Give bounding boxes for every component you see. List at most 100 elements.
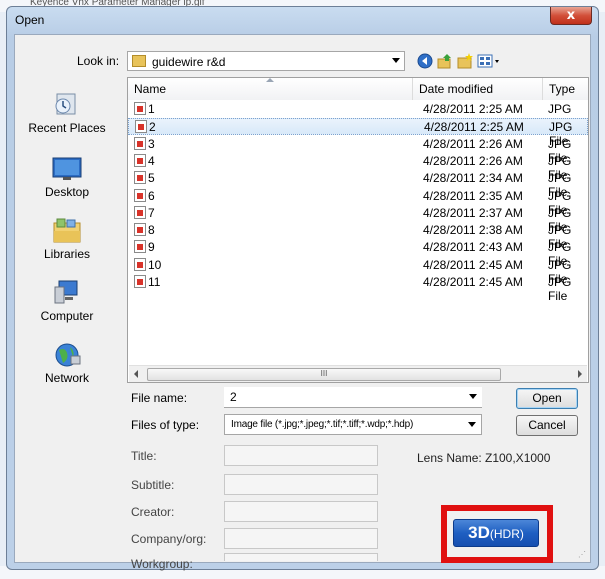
file-name-value: 2 <box>230 390 237 404</box>
creator-label: Creator: <box>131 505 175 519</box>
scroll-grip: III <box>320 369 328 378</box>
place-recent-places[interactable]: Recent Places <box>15 89 119 147</box>
place-computer[interactable]: Computer <box>15 277 119 335</box>
file-date-cell: 4/28/2011 2:26 AM <box>423 153 523 168</box>
company-label: Company/org: <box>131 532 207 546</box>
jpg-file-icon <box>134 205 146 219</box>
file-row[interactable]: 11 4/28/2011 2:45 AM JPG File <box>128 274 588 303</box>
file-list[interactable]: Name Date modified Type 1 4/28/2011 2:25 … <box>127 77 589 383</box>
back-icon[interactable] <box>417 53 433 69</box>
file-name-cell: 6 <box>148 188 155 203</box>
workgroup-label: Workgroup: <box>131 557 193 571</box>
file-row[interactable]: 2 4/28/2011 2:25 AM JPG File <box>128 118 588 148</box>
file-row[interactable]: 3 4/28/2011 2:26 AM JPG File <box>128 136 588 165</box>
cancel-button[interactable]: Cancel <box>516 415 578 436</box>
file-name-cell: 7 <box>148 205 155 220</box>
file-row[interactable]: 4 4/28/2011 2:26 AM JPG File <box>128 153 588 182</box>
scroll-right-icon[interactable] <box>578 370 582 378</box>
place-desktop[interactable]: Desktop <box>15 153 119 211</box>
company-field[interactable] <box>224 528 378 549</box>
network-icon <box>55 343 81 367</box>
file-name-cell: 1 <box>148 102 155 116</box>
file-name-label: File name: <box>131 391 188 405</box>
dialog-title: Open <box>15 13 45 27</box>
file-row[interactable]: 6 4/28/2011 2:35 AM JPG File <box>128 188 588 217</box>
3d-hdr-button[interactable]: 3D(HDR) <box>453 519 539 547</box>
creator-field[interactable] <box>224 501 378 522</box>
file-type-label: Files of type: <box>131 418 200 432</box>
libraries-icon <box>53 218 81 243</box>
workgroup-field[interactable] <box>224 553 378 561</box>
look-in-value: guidewire r&d <box>152 55 226 69</box>
place-network[interactable]: Network <box>15 339 119 397</box>
scroll-thumb[interactable]: III <box>147 368 501 381</box>
column-header-type[interactable]: Type <box>543 78 588 100</box>
3d-hdr-sub: (HDR) <box>489 527 524 541</box>
column-header-date[interactable]: Date modified <box>413 78 543 100</box>
file-row[interactable]: 10 4/28/2011 2:45 AM JPG File <box>128 257 588 286</box>
chevron-down-icon[interactable] <box>469 394 477 399</box>
computer-icon <box>54 280 78 304</box>
file-row[interactable]: 14/28/2011 2:25 AMJPG File <box>128 101 588 130</box>
jpg-file-icon <box>134 171 146 185</box>
look-in-label: Look in: <box>77 54 120 68</box>
file-date-cell: 4/28/2011 2:37 AM <box>423 205 523 220</box>
column-name-label: Name <box>134 82 167 96</box>
file-row[interactable]: 5 4/28/2011 2:34 AM JPG File <box>128 170 588 199</box>
subtitle-field[interactable] <box>224 474 378 495</box>
file-date-cell: 4/28/2011 2:25 AM <box>423 102 523 116</box>
file-name-cell: 5 <box>148 171 155 186</box>
jpg-file-icon <box>134 136 146 150</box>
file-name-cell: 3 <box>148 136 155 151</box>
jpg-file-icon <box>134 223 146 237</box>
file-row[interactable]: 8 4/28/2011 2:38 AM JPG File <box>128 222 588 251</box>
column-header-name[interactable]: Name <box>128 78 413 100</box>
place-label: Network <box>44 371 89 385</box>
jpg-file-icon <box>134 102 146 115</box>
jpg-file-icon <box>134 275 146 288</box>
desktop-icon <box>52 157 82 180</box>
jpg-file-icon <box>134 240 146 254</box>
file-name-cell: 4 <box>148 153 155 168</box>
lens-name-value: Z100,X1000 <box>485 451 551 465</box>
scroll-left-icon[interactable] <box>134 370 138 378</box>
horizontal-scrollbar[interactable]: III <box>129 365 587 382</box>
place-label: Computer <box>40 309 94 323</box>
close-button[interactable]: x <box>550 7 592 25</box>
jpg-file-icon <box>135 120 147 134</box>
title-field[interactable] <box>224 445 378 466</box>
file-date-cell: 4/28/2011 2:34 AM <box>423 171 523 186</box>
place-label: Libraries <box>43 247 91 261</box>
lens-name-label: Lens Name: <box>417 451 482 465</box>
file-name-cell: 2 <box>149 120 156 135</box>
folder-icon <box>132 55 146 67</box>
column-type-label: Type <box>549 82 576 96</box>
file-name-cell: 8 <box>148 223 155 238</box>
dialog-client: Look in: guidewire r&d Recent Places Des… <box>14 34 591 571</box>
open-button[interactable]: Open <box>516 388 578 409</box>
new-folder-icon[interactable] <box>457 53 473 69</box>
file-name-cell: 9 <box>148 240 155 255</box>
place-libraries[interactable]: Libraries <box>15 215 119 273</box>
file-type-select[interactable]: Image file (*.jpg;*.jpeg;*.tif;*.tiff;*.… <box>224 414 482 435</box>
place-label: Desktop <box>44 185 90 199</box>
column-date-label: Date modified <box>419 82 494 96</box>
jpg-file-icon <box>134 153 146 167</box>
file-date-cell: 4/28/2011 2:26 AM <box>423 136 523 151</box>
view-menu-icon[interactable] <box>477 53 501 69</box>
file-date-cell: 4/28/2011 2:35 AM <box>423 188 523 203</box>
file-name-cell: 10 <box>148 257 162 272</box>
look-in-combo[interactable]: guidewire r&d <box>127 51 405 71</box>
recent-places-icon <box>55 93 76 115</box>
file-row[interactable]: 7 4/28/2011 2:37 AM JPG File <box>128 205 588 234</box>
chevron-down-icon <box>392 58 400 63</box>
up-folder-icon[interactable] <box>437 53 453 69</box>
file-name-cell: 11 <box>148 275 161 289</box>
places-bar: Recent Places Desktop Libraries Computer… <box>15 77 119 391</box>
title-bar[interactable]: Open x <box>7 7 598 33</box>
jpg-file-icon <box>134 188 146 202</box>
resize-grip-icon[interactable]: ⋰ <box>578 550 588 560</box>
file-row[interactable]: 9 4/28/2011 2:43 AM JPG File <box>128 239 588 268</box>
file-name-input[interactable]: 2 <box>224 387 482 408</box>
subtitle-label: Subtitle: <box>131 478 175 492</box>
